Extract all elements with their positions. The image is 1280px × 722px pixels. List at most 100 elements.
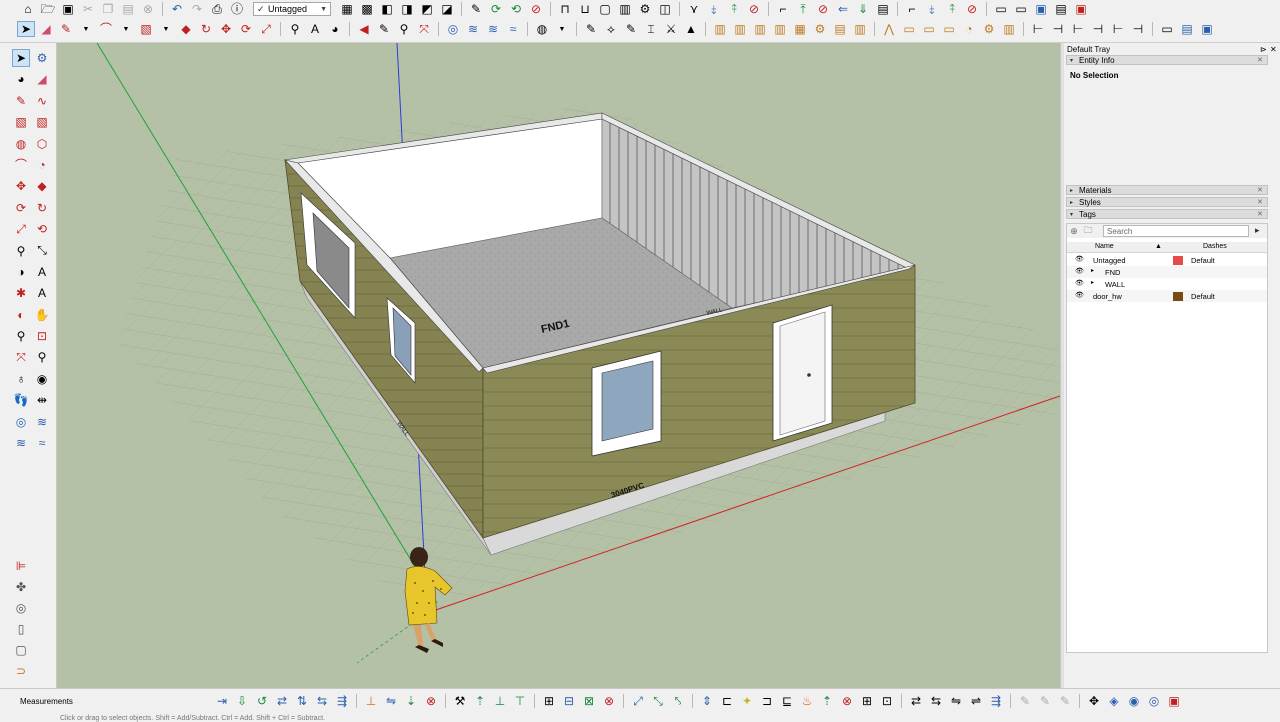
previous-view-icon[interactable]: ⚲ bbox=[33, 348, 51, 366]
column-top-icon[interactable]: ⤒ bbox=[794, 1, 812, 17]
sb-icon-1[interactable]: ⇥ bbox=[212, 693, 232, 709]
beam-icon[interactable]: ▭ bbox=[920, 21, 938, 37]
sort-asc-icon[interactable]: ▲ bbox=[1155, 243, 1162, 250]
component-icon[interactable]: ⚙ bbox=[33, 49, 51, 67]
tape-icon[interactable]: ⚲ bbox=[286, 21, 304, 37]
wall-icon[interactable]: ▥ bbox=[711, 21, 729, 37]
gear-icon[interactable]: ⚙ bbox=[980, 21, 998, 37]
visibility-eye-icon[interactable]: 👁 bbox=[1075, 279, 1084, 287]
sb-icon-27[interactable]: ⊑ bbox=[777, 693, 797, 709]
flip-icon[interactable]: ⟲ bbox=[507, 1, 525, 17]
scale-icon[interactable]: ⤢ bbox=[257, 21, 275, 37]
truss-top-icon[interactable]: ⤈ bbox=[705, 1, 723, 17]
group-icon[interactable]: ▩ bbox=[358, 1, 376, 17]
sb-icon-15[interactable]: ⊤ bbox=[510, 693, 530, 709]
rectangle-icon[interactable]: ▧ bbox=[12, 113, 30, 131]
eraser-icon[interactable]: ◢ bbox=[33, 70, 51, 88]
sb-icon-41[interactable]: ✥ bbox=[1084, 693, 1104, 709]
walk-icon[interactable]: 👣 bbox=[12, 391, 30, 409]
plugin-f-icon[interactable]: ⊣ bbox=[1129, 21, 1147, 37]
door-icon[interactable]: ▥ bbox=[751, 21, 769, 37]
foundation-top-icon[interactable]: ▣ bbox=[1032, 1, 1050, 17]
sb-icon-4[interactable]: ⇄ bbox=[272, 693, 292, 709]
copy-icon[interactable]: ❐ bbox=[99, 1, 117, 17]
sb-icon-39[interactable]: ✎ bbox=[1035, 693, 1055, 709]
panel-close-icon[interactable]: ✕ bbox=[1257, 56, 1267, 64]
zoom-extents-icon[interactable]: ⤧ bbox=[415, 21, 433, 37]
column-icon[interactable]: ▭ bbox=[940, 21, 958, 37]
model-scene[interactable]: FND1 3040PVC WALL WALL bbox=[57, 43, 1060, 688]
pie-icon[interactable]: ◔ bbox=[33, 156, 51, 174]
select-icon[interactable]: ➤ bbox=[17, 21, 35, 37]
sandbox-scratch-icon[interactable]: ≋ bbox=[33, 413, 51, 431]
tray-settings-icon[interactable]: ▣ bbox=[1198, 21, 1216, 37]
panel-close-icon[interactable]: ✕ bbox=[1257, 198, 1267, 206]
sb-icon-32[interactable]: ⊡ bbox=[877, 693, 897, 709]
sb-icon-16[interactable]: ⊞ bbox=[539, 693, 559, 709]
zoom-window-icon[interactable]: ⊡ bbox=[33, 327, 51, 345]
tags-details-icon[interactable]: ▸ bbox=[1255, 225, 1260, 236]
panel-tags[interactable]: ▾ Tags ✕ bbox=[1066, 209, 1268, 219]
lightbulb-icon[interactable]: ✦ bbox=[737, 693, 757, 709]
grid-icon[interactable]: ▥ bbox=[616, 1, 634, 17]
tags-search-input[interactable]: Search bbox=[1103, 225, 1249, 237]
sandbox-scratch-icon[interactable]: ✎ bbox=[622, 21, 640, 37]
pan-icon[interactable]: ≋ bbox=[464, 21, 482, 37]
dimension-icon[interactable]: ⤡ bbox=[33, 242, 51, 260]
add-tag-icon[interactable]: ⊕ bbox=[1067, 226, 1081, 237]
axes-icon[interactable]: ▲ bbox=[682, 21, 700, 37]
rafter-top-icon[interactable]: ⤉ bbox=[725, 1, 743, 17]
pencil-icon[interactable]: ✎ bbox=[467, 1, 485, 17]
close-icon[interactable]: ✕ bbox=[1270, 45, 1280, 54]
tag-row[interactable]: 👁 Untagged Default bbox=[1067, 254, 1267, 266]
tag-row[interactable]: 👁 ▸ WALL bbox=[1067, 278, 1267, 290]
arc-dropdown-icon[interactable]: ▼ bbox=[117, 21, 135, 37]
sb-icon-36[interactable]: ⇌ bbox=[966, 693, 986, 709]
col-dashes-header[interactable]: Dashes bbox=[1203, 243, 1227, 250]
follow-me-icon[interactable]: ↻ bbox=[197, 21, 215, 37]
tag-dropdown[interactable]: ✓ Untagged ▼ bbox=[253, 2, 331, 16]
target-icon[interactable]: ◎ bbox=[12, 597, 30, 618]
window-icon[interactable]: ▥ bbox=[731, 21, 749, 37]
bucket-icon[interactable]: ⊃ bbox=[12, 660, 30, 681]
layers-settings-icon[interactable]: ▥ bbox=[1000, 21, 1018, 37]
sb-icon-6[interactable]: ⇆ bbox=[312, 693, 332, 709]
roof-top-icon[interactable]: ⊘ bbox=[963, 1, 981, 17]
foundation-icon[interactable]: ⚙ bbox=[811, 21, 829, 37]
sb-icon-3[interactable]: ↺ bbox=[252, 693, 272, 709]
sb-icon-5[interactable]: ⇅ bbox=[292, 693, 312, 709]
tag-row[interactable]: 👁 door_hw Default bbox=[1067, 290, 1267, 302]
layer-top-icon[interactable]: ▤ bbox=[1052, 1, 1070, 17]
tag-row[interactable]: 👁 ▸ FND bbox=[1067, 266, 1267, 278]
stamp-icon[interactable]: ⊘ bbox=[527, 1, 545, 17]
sb-icon-7[interactable]: ⇶ bbox=[332, 693, 352, 709]
sb-icon-22[interactable]: ⤣ bbox=[668, 693, 688, 709]
wall-top-icon[interactable]: ⌐ bbox=[903, 1, 921, 17]
arrow-left-icon[interactable]: ⇐ bbox=[834, 1, 852, 17]
add-folder-icon[interactable]: 🗀 bbox=[1081, 223, 1095, 239]
sb-icon-9[interactable]: ⇋ bbox=[381, 693, 401, 709]
protractor-icon[interactable]: ◑ bbox=[12, 263, 30, 281]
flip-edge-icon[interactable]: ◫ bbox=[656, 1, 674, 17]
header-top-icon[interactable]: ⊘ bbox=[814, 1, 832, 17]
sb-icon-44[interactable]: ◎ bbox=[1144, 693, 1164, 709]
offset-icon[interactable]: ⟲ bbox=[33, 220, 51, 238]
dimension-icon[interactable]: ⌶ bbox=[642, 21, 660, 37]
tag-color-swatch[interactable] bbox=[1173, 292, 1183, 301]
rectangle-dropdown-icon[interactable]: ▼ bbox=[157, 21, 175, 37]
door-top-icon[interactable]: ⤉ bbox=[943, 1, 961, 17]
globe-icon[interactable]: ◍ bbox=[533, 21, 551, 37]
freehand-icon[interactable]: ∿ bbox=[33, 92, 51, 110]
info-icon[interactable]: ⓘ bbox=[228, 1, 246, 17]
section-plane-icon[interactable]: ⇹ bbox=[33, 391, 51, 409]
circle-icon[interactable]: ◍ bbox=[12, 135, 30, 153]
print-icon[interactable]: ⎙ bbox=[208, 1, 226, 17]
text-icon[interactable]: A bbox=[33, 263, 51, 281]
pin-icon[interactable]: ⊳ bbox=[1260, 45, 1270, 54]
paste-icon[interactable]: ▤ bbox=[119, 1, 137, 17]
paint-bucket-icon[interactable]: ◕ bbox=[326, 21, 344, 37]
trim-icon[interactable]: ◪ bbox=[438, 1, 456, 17]
panel-styles[interactable]: ▸ Styles ✕ bbox=[1066, 197, 1268, 207]
sb-icon-29[interactable]: ⇡ bbox=[817, 693, 837, 709]
folder-open-icon[interactable]: 🗁 bbox=[39, 1, 57, 17]
